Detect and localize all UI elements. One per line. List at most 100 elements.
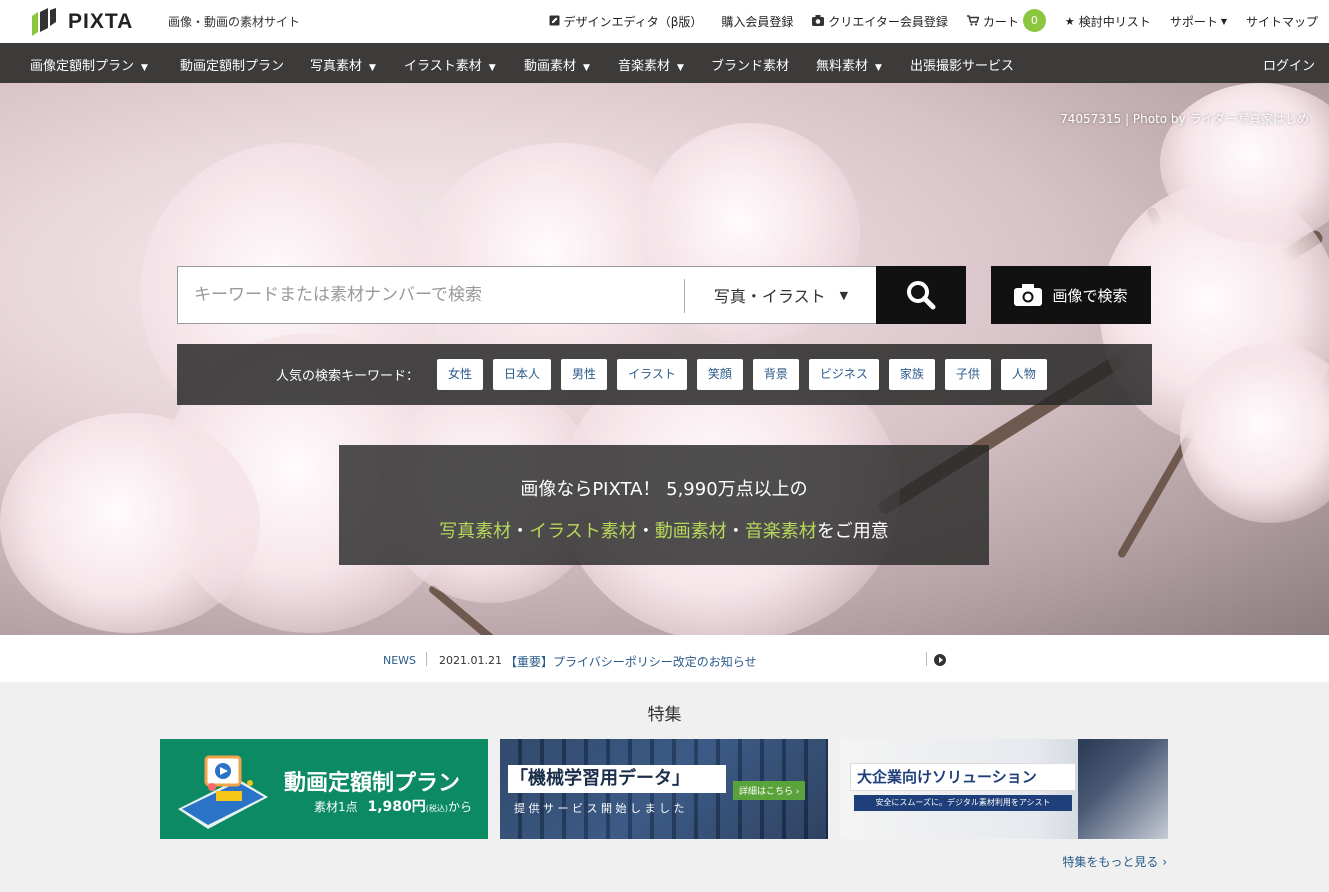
keyword-tag[interactable]: ビジネス bbox=[808, 359, 879, 390]
caret-down-icon: ▼ bbox=[1220, 17, 1227, 26]
caret-down-icon: ▼ bbox=[839, 288, 849, 302]
feature-banner-ml-data[interactable]: 「機械学習用データ」 提 供 サ ー ビ ス 開 始 し ま し た 詳細はこち… bbox=[500, 739, 828, 839]
nav-label: 写真素材 bbox=[310, 59, 363, 74]
site-tagline: 画像・動画の素材サイト bbox=[168, 15, 301, 29]
nav-item-brand[interactable]: ブランド素材 bbox=[711, 55, 789, 74]
nav-item-illust[interactable]: イラスト素材 ▼ bbox=[404, 55, 496, 74]
features-more-link[interactable]: 特集をもっと見る › bbox=[1062, 853, 1167, 870]
keyword-tag[interactable]: 家族 bbox=[888, 359, 935, 390]
promo-separator: ・ bbox=[726, 521, 745, 542]
nav-item-video[interactable]: 動画素材 ▼ bbox=[524, 55, 590, 74]
feature-banner-video-plan[interactable]: 動画定額制プラン 素材1点 1,980円(税込)から bbox=[160, 739, 488, 839]
feature-banner-enterprise[interactable]: 大企業向けソリューション 安全にスムーズに。デジタル素材利用をアシスト bbox=[840, 739, 1168, 839]
banner-title: 「機械学習用データ」 bbox=[508, 765, 726, 793]
login-link[interactable]: ログイン bbox=[1263, 55, 1315, 74]
keyword-tag[interactable]: イラスト bbox=[617, 359, 687, 390]
nav-item-photo-service[interactable]: 出張撮影サービス bbox=[910, 55, 1014, 74]
design-editor-link[interactable]: デザインエディタ（β版） bbox=[549, 13, 703, 30]
top-header: PIXTA 画像・動画の素材サイト デザインエディタ（β版） 購入会員登録 クリ… bbox=[0, 0, 1329, 43]
creator-signup-link[interactable]: クリエイター会員登録 bbox=[812, 13, 948, 30]
divider bbox=[926, 652, 927, 666]
next-arrow-icon[interactable] bbox=[934, 654, 946, 666]
cart-icon bbox=[966, 14, 980, 29]
banner-suffix: から bbox=[448, 800, 473, 814]
promo-suffix: をご用意 bbox=[816, 521, 889, 542]
nav-item-photo[interactable]: 写真素材 ▼ bbox=[310, 55, 376, 74]
keyword-tag[interactable]: 女性 bbox=[437, 359, 484, 390]
promo-separator: ・ bbox=[511, 521, 530, 542]
search-button[interactable] bbox=[876, 266, 966, 324]
nav-label: 画像定額制プラン bbox=[30, 59, 135, 74]
keyword-tag[interactable]: 人物 bbox=[1000, 359, 1047, 390]
nav-item-image-plan[interactable]: 画像定額制プラン ▼ bbox=[30, 55, 148, 74]
nav-item-video-plan[interactable]: 動画定額制プラン bbox=[180, 55, 284, 74]
caret-down-icon: ▼ bbox=[677, 63, 684, 73]
keyword-tag[interactable]: 背景 bbox=[752, 359, 799, 390]
creator-signup-label: クリエイター会員登録 bbox=[828, 15, 948, 29]
design-editor-label: デザインエディタ（β版） bbox=[563, 15, 703, 29]
keyword-tag[interactable]: 男性 bbox=[561, 359, 608, 390]
main-nav: 画像定額制プラン ▼ 動画定額制プラン 写真素材 ▼ イラスト素材 ▼ 動画素材 ▼ 音… bbox=[0, 43, 1329, 83]
camera-icon bbox=[1014, 284, 1043, 306]
news-label: NEWS bbox=[383, 654, 417, 667]
hero-section: 74057315 | Photo by ライダー写真家はじめ 写真・イラスト ▼… bbox=[0, 83, 1329, 635]
search-icon bbox=[907, 281, 936, 310]
promo-headline: 画像ならPIXTA！ 5,990万点以上の bbox=[520, 479, 808, 500]
search-type-label: 写真・イラスト bbox=[713, 287, 826, 306]
banner-tax: (税込) bbox=[425, 804, 449, 813]
keyword-tag[interactable]: 笑顔 bbox=[696, 359, 743, 390]
search-type-select[interactable]: 写真・イラスト ▼ bbox=[685, 267, 877, 323]
promo-music-link[interactable]: 音楽素材 bbox=[745, 521, 817, 542]
edit-icon bbox=[549, 15, 560, 29]
camera-icon bbox=[812, 14, 825, 29]
caret-down-icon: ▼ bbox=[369, 63, 376, 73]
nav-item-free[interactable]: 無料素材 ▼ bbox=[816, 55, 882, 74]
cart-label: カート bbox=[982, 15, 1019, 29]
banner-subtitle: 素材1点 1,980円(税込)から bbox=[314, 796, 472, 816]
promo-subline: 写真素材・イラスト素材・動画素材・音楽素材をご用意 bbox=[339, 517, 989, 543]
wishlist-link[interactable]: ★ 検討中リスト bbox=[1065, 13, 1151, 30]
nav-label: 音楽素材 bbox=[618, 59, 671, 74]
nav-label: 動画素材 bbox=[524, 59, 577, 74]
support-menu[interactable]: サポート ▼ bbox=[1170, 13, 1227, 30]
image-search-button[interactable]: 画像で検索 bbox=[991, 266, 1151, 324]
keyword-tag[interactable]: 日本人 bbox=[493, 359, 552, 390]
search-input[interactable] bbox=[178, 267, 684, 323]
caret-down-icon: ▼ bbox=[583, 63, 590, 73]
promo-separator: ・ bbox=[636, 521, 655, 542]
popular-keywords-label: 人気の検索キーワード： bbox=[276, 369, 420, 384]
promo-box: 画像ならPIXTA！ 5,990万点以上の 写真素材・イラスト素材・動画素材・音… bbox=[339, 445, 989, 565]
banner-subtitle: 提 供 サ ー ビ ス 開 始 し ま し た bbox=[514, 802, 685, 815]
banner-price: 1,980円 bbox=[367, 799, 426, 815]
star-icon: ★ bbox=[1064, 15, 1075, 28]
news-title-link[interactable]: 【重要】プライバシーポリシー改定のお知らせ bbox=[505, 653, 757, 670]
pixta-logo-icon bbox=[32, 8, 56, 36]
nav-item-music[interactable]: 音楽素材 ▼ bbox=[618, 55, 684, 74]
search-bar: 写真・イラスト ▼ bbox=[177, 266, 966, 324]
image-search-label: 画像で検索 bbox=[1052, 286, 1128, 305]
photo-credit[interactable]: 74057315 | Photo by ライダー写真家はじめ bbox=[1060, 110, 1309, 127]
logo-text: PIXTA bbox=[68, 10, 134, 33]
popular-keywords: 人気の検索キーワード： 女性 日本人 男性 イラスト 笑顔 背景 ビジネス 家族… bbox=[177, 344, 1152, 405]
buyer-signup-link[interactable]: 購入会員登録 bbox=[721, 13, 793, 30]
promo-video-link[interactable]: 動画素材 bbox=[655, 521, 727, 542]
business-handshake-shape bbox=[1078, 739, 1168, 839]
nav-label: 無料素材 bbox=[816, 59, 869, 74]
support-label: サポート bbox=[1169, 15, 1218, 29]
top-links: デザインエディタ（β版） 購入会員登録 クリエイター会員登録 カート 0 ★ 検… bbox=[530, 9, 1318, 32]
caret-down-icon: ▼ bbox=[488, 63, 496, 73]
keyword-tag[interactable]: 子供 bbox=[944, 359, 991, 390]
news-date: 2021.01.21 bbox=[439, 654, 502, 667]
news-bar: NEWS 2021.01.21 【重要】プライバシーポリシー改定のお知らせ bbox=[0, 635, 1329, 682]
caret-down-icon: ▼ bbox=[875, 63, 882, 73]
cart-link[interactable]: カート 0 bbox=[966, 9, 1046, 32]
promo-illust-link[interactable]: イラスト素材 bbox=[529, 521, 637, 542]
banner-subtitle: 安全にスムーズに。デジタル素材利用をアシスト bbox=[854, 795, 1072, 811]
sitemap-link[interactable]: サイトマップ bbox=[1246, 13, 1318, 30]
features-title: 特集 bbox=[647, 705, 682, 725]
promo-photo-link[interactable]: 写真素材 bbox=[439, 521, 511, 542]
blossom-shape bbox=[0, 413, 260, 633]
pixta-logo[interactable]: PIXTA bbox=[30, 8, 133, 36]
caret-down-icon: ▼ bbox=[141, 63, 148, 73]
banner-title: 動画定額制プラン bbox=[284, 771, 461, 796]
